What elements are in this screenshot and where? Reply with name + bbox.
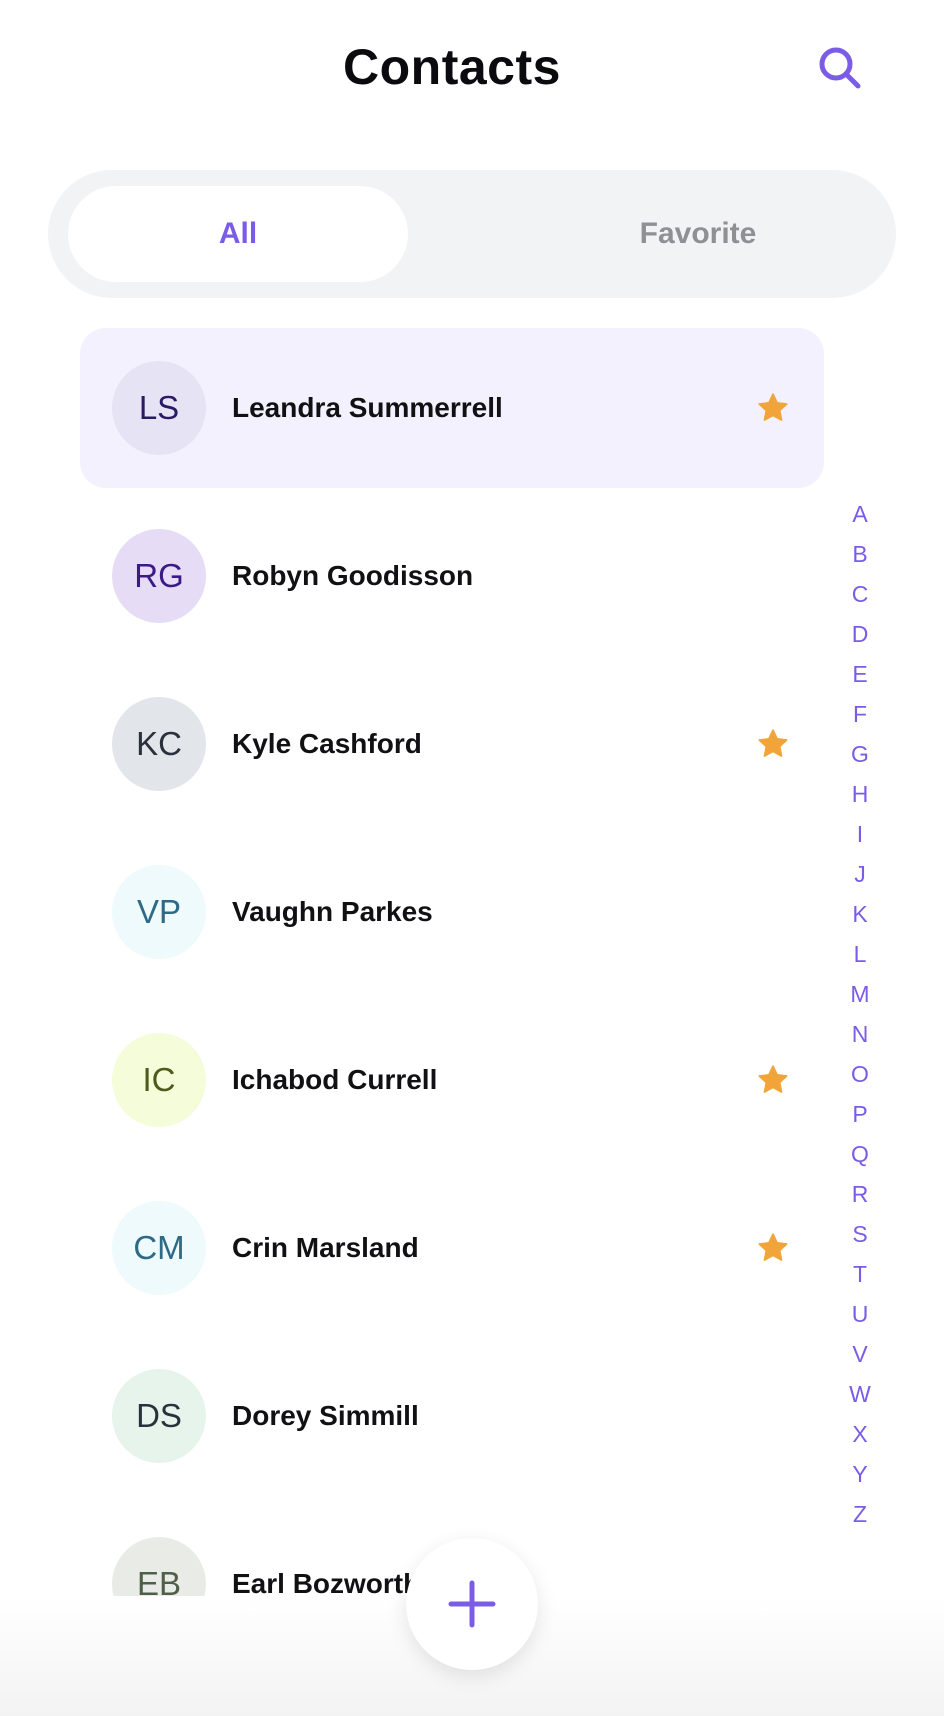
avatar: KC	[112, 697, 206, 791]
alphabet-letter[interactable]: X	[840, 1414, 880, 1454]
alphabet-letter[interactable]: W	[840, 1374, 880, 1414]
star-icon[interactable]	[756, 1231, 790, 1265]
avatar: VP	[112, 865, 206, 959]
contact-name: Robyn Goodisson	[232, 560, 474, 591]
contact-row[interactable]: RG Robyn Goodisson	[80, 496, 824, 656]
alphabet-letter[interactable]: R	[840, 1174, 880, 1214]
alphabet-letter[interactable]: F	[840, 694, 880, 734]
plus-icon	[448, 1580, 496, 1628]
contact-name: Vaughn Parkes	[232, 896, 433, 927]
contacts-screen: Contacts All Favorite LS Leandra Summerre…	[0, 0, 944, 1716]
alphabet-letter[interactable]: S	[840, 1214, 880, 1254]
contact-row[interactable]: VP Vaughn Parkes	[80, 832, 824, 992]
contact-row[interactable]: IC Ichabod Currell	[80, 1000, 824, 1160]
alphabet-letter[interactable]: N	[840, 1014, 880, 1054]
contact-name: Earl Bozworth	[232, 1568, 421, 1596]
contact-row[interactable]: DS Dorey Simmill	[80, 1336, 824, 1496]
alphabet-letter[interactable]: H	[840, 774, 880, 814]
alphabet-letter[interactable]: T	[840, 1254, 880, 1294]
contact-name: Leandra Summerrell	[232, 392, 503, 423]
alphabet-letter[interactable]: K	[840, 894, 880, 934]
contact-name: Kyle Cashford	[232, 728, 422, 759]
alphabet-letter[interactable]: U	[840, 1294, 880, 1334]
contact-name: Dorey Simmill	[232, 1400, 419, 1431]
contact-row[interactable]: CM Crin Marsland	[80, 1168, 824, 1328]
contact-name: Crin Marsland	[232, 1232, 419, 1263]
alphabet-letter[interactable]: O	[840, 1054, 880, 1094]
avatar: RG	[112, 529, 206, 623]
contact-name: Ichabod Currell	[232, 1064, 438, 1095]
contact-row[interactable]: LS Leandra Summerrell	[80, 328, 824, 488]
alphabet-letter[interactable]: L	[840, 934, 880, 974]
alphabet-letter[interactable]: Z	[840, 1494, 880, 1534]
avatar: EB	[112, 1537, 206, 1596]
alphabet-letter[interactable]: E	[840, 654, 880, 694]
alphabet-letter[interactable]: I	[840, 814, 880, 854]
alphabet-letter[interactable]: B	[840, 534, 880, 574]
alphabet-letter[interactable]: V	[840, 1334, 880, 1374]
alphabet-letter[interactable]: J	[840, 854, 880, 894]
star-icon[interactable]	[756, 1063, 790, 1097]
alphabet-letter[interactable]: G	[840, 734, 880, 774]
alphabet-letter[interactable]: Q	[840, 1134, 880, 1174]
star-icon[interactable]	[756, 727, 790, 761]
alphabet-letter[interactable]: Y	[840, 1454, 880, 1494]
alphabet-letter[interactable]: C	[840, 574, 880, 614]
avatar: IC	[112, 1033, 206, 1127]
contact-row[interactable]: KC Kyle Cashford	[80, 664, 824, 824]
avatar: CM	[112, 1201, 206, 1295]
alphabet-letter[interactable]: P	[840, 1094, 880, 1134]
alphabet-letter[interactable]: A	[840, 494, 880, 534]
star-icon[interactable]	[756, 391, 790, 425]
add-contact-button[interactable]	[406, 1538, 538, 1670]
contact-list[interactable]: LS Leandra Summerrell RG Robyn Goodisson KC K…	[0, 0, 944, 1596]
alphabet-letter[interactable]: D	[840, 614, 880, 654]
avatar: DS	[112, 1369, 206, 1463]
alphabet-letter[interactable]: M	[840, 974, 880, 1014]
avatar: LS	[112, 361, 206, 455]
